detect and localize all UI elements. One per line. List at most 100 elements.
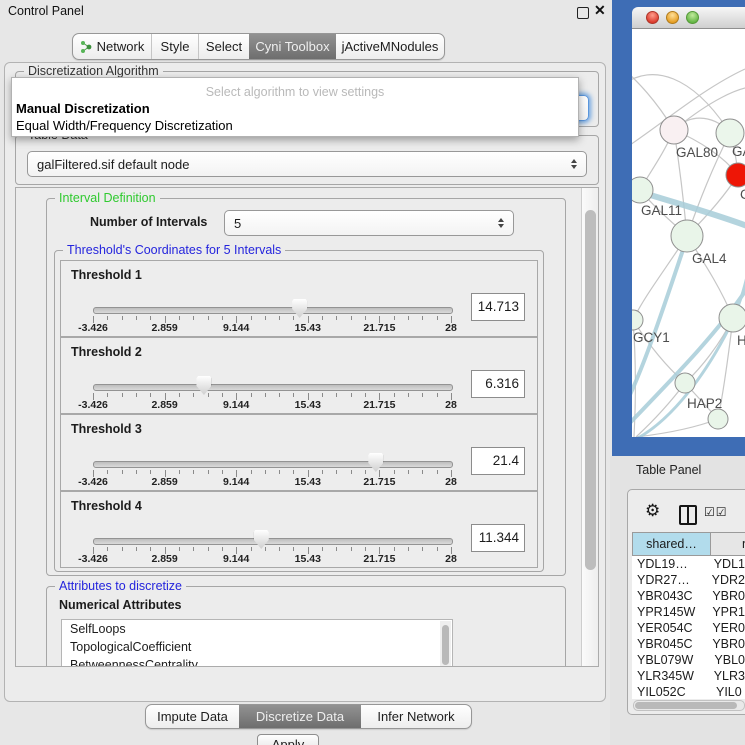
zoom-traffic-light-icon[interactable] xyxy=(686,11,699,24)
tab-infer-network[interactable]: Infer Network xyxy=(361,705,471,728)
close-traffic-light-icon[interactable] xyxy=(646,11,659,24)
slider-tick xyxy=(179,470,180,474)
table-cell: YBL0 xyxy=(710,652,745,668)
slider-tick xyxy=(336,393,337,397)
slider-tick-label: 2.859 xyxy=(151,399,177,411)
slider-tick xyxy=(107,470,108,474)
slider-tick xyxy=(251,316,252,320)
split-columns-icon[interactable] xyxy=(679,505,697,525)
slider-tick xyxy=(107,316,108,320)
threshold-value-field[interactable]: 6.316 xyxy=(471,370,525,398)
minimize-traffic-light-icon[interactable] xyxy=(666,11,679,24)
network-window-titlebar[interactable] xyxy=(632,7,745,29)
network-node[interactable] xyxy=(660,116,688,144)
slider-tick-label: 15.43 xyxy=(295,399,321,411)
tab-network[interactable]: Network xyxy=(73,34,151,59)
table-row[interactable]: YLR345WYLR3 xyxy=(632,668,745,684)
table-cell: YPR1 xyxy=(708,604,745,620)
table-row[interactable]: YDR27…YDR2 xyxy=(632,572,745,588)
number-of-intervals-combo[interactable]: 5 xyxy=(224,210,514,236)
table-row[interactable]: YDL19…YDL1 xyxy=(632,556,745,572)
attribute-item[interactable]: TopologicalCoefficient xyxy=(62,638,452,656)
network-node[interactable] xyxy=(708,409,728,429)
slider-tick xyxy=(322,547,323,551)
slider-thumb[interactable] xyxy=(368,453,383,472)
slider-tick xyxy=(322,470,323,474)
network-node[interactable] xyxy=(716,119,744,147)
apply-button[interactable]: Apply xyxy=(257,734,319,745)
table-row[interactable]: YBR043CYBR0 xyxy=(632,588,745,604)
cyni-toolbox-panel: Discretization Algorithm Select algorith… xyxy=(4,62,606,702)
scrollbar-thumb[interactable] xyxy=(585,210,596,570)
slider-tick xyxy=(394,547,395,551)
network-canvas[interactable]: GAL80GACGAL11GAL4GCY1HHAP2 xyxy=(632,29,745,437)
slider-tick xyxy=(322,316,323,320)
slider-tick-label: 2.859 xyxy=(151,553,177,565)
tab-label: Network xyxy=(97,39,145,54)
slider-tick xyxy=(293,470,294,474)
network-node[interactable] xyxy=(632,177,653,203)
slider-track[interactable] xyxy=(93,461,453,468)
network-node[interactable] xyxy=(671,220,703,252)
tab-discretize-data[interactable]: Discretize Data xyxy=(239,705,361,728)
table-row[interactable]: YBR045CYBR0 xyxy=(632,636,745,652)
slider-thumb[interactable] xyxy=(254,530,269,549)
slider-tick xyxy=(222,547,223,551)
slider-tick xyxy=(394,393,395,397)
slider-tick xyxy=(422,547,423,551)
numerical-attributes-list[interactable]: SelfLoopsTopologicalCoefficientBetweenne… xyxy=(61,619,453,667)
tab-impute-data[interactable]: Impute Data xyxy=(146,705,239,728)
threshold-row: Threshold 1-3.4262.8599.14415.4321.71528… xyxy=(60,260,538,337)
threshold-value-field[interactable]: 14.713 xyxy=(471,293,525,321)
slider-track[interactable] xyxy=(93,384,453,391)
network-node[interactable] xyxy=(632,310,643,330)
table-row[interactable]: YER054CYER0 xyxy=(632,620,745,636)
threshold-value-field[interactable]: 11.344 xyxy=(471,524,525,552)
close-icon[interactable]: ✕ xyxy=(594,2,606,19)
slider-tick xyxy=(222,393,223,397)
float-panel-icon[interactable] xyxy=(577,7,589,19)
table-cell: YDR2 xyxy=(708,572,745,588)
table-row[interactable]: YPR145WYPR1 xyxy=(632,604,745,620)
network-node[interactable] xyxy=(675,373,695,393)
table-row[interactable]: YBL079WYBL0 xyxy=(632,652,745,668)
table-column-header[interactable]: n xyxy=(711,532,745,556)
slider-tick-label: 28 xyxy=(445,322,457,334)
table-rows: YDL19…YDL1YDR27…YDR2YBR043CYBR0YPR145WYP… xyxy=(632,556,745,699)
node-label: GAL11 xyxy=(641,203,682,218)
tab-select[interactable]: Select xyxy=(198,34,249,59)
slider-tick xyxy=(251,393,252,397)
attribute-item[interactable]: SelfLoops xyxy=(62,620,452,638)
attribute-item[interactable]: BetweennessCentrality xyxy=(62,656,452,667)
slider-tick-label: 15.43 xyxy=(295,322,321,334)
slider-tick xyxy=(322,393,323,397)
settings-vertical-scrollbar[interactable] xyxy=(581,188,599,666)
threshold-label: Threshold 1 xyxy=(71,268,142,282)
slider-track[interactable] xyxy=(93,307,453,314)
tab-jactivemnodules[interactable]: jActiveMNodules xyxy=(336,34,444,59)
table-data-combo[interactable]: galFiltered.sif default node xyxy=(27,151,587,177)
attributes-list-scrollbar[interactable] xyxy=(440,621,451,667)
table-cell: YIL0 xyxy=(712,684,742,699)
slider-tick xyxy=(122,547,123,551)
network-node[interactable] xyxy=(726,163,745,187)
column-checkbox-icons[interactable]: ☑☑ xyxy=(704,505,728,519)
tab-style[interactable]: Style xyxy=(151,34,198,59)
network-node[interactable] xyxy=(719,304,745,332)
slider-tick xyxy=(408,470,409,474)
node-label: GCY1 xyxy=(633,330,670,345)
table-column-header[interactable]: shared… xyxy=(632,532,711,556)
threshold-value-field[interactable]: 21.4 xyxy=(471,447,525,475)
tab-cyni-toolbox[interactable]: Cyni Toolbox xyxy=(249,34,336,59)
algorithm-option-equal-width[interactable]: Equal Width/Frequency Discretization xyxy=(16,118,233,133)
slider-thumb[interactable] xyxy=(196,376,211,395)
gear-icon[interactable]: ⚙ xyxy=(645,501,660,521)
tab-label: Style xyxy=(161,39,190,54)
slider-tick xyxy=(293,547,294,551)
table-row[interactable]: YIL052CYIL0 xyxy=(632,684,745,699)
bottom-tab-bar: Impute DataDiscretize DataInfer Network xyxy=(145,704,472,729)
slider-track[interactable] xyxy=(93,538,453,545)
algorithm-option-manual[interactable]: Manual Discretization xyxy=(16,101,150,116)
scrollbar-thumb[interactable] xyxy=(635,702,737,709)
slider-tick-label: 21.715 xyxy=(363,476,395,488)
